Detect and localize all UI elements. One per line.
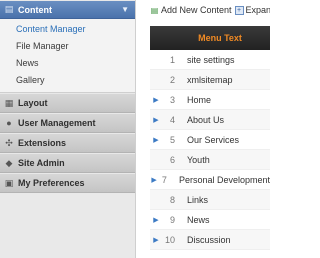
row-number: 5 <box>169 134 175 145</box>
table-row[interactable]: ▶ 3 Home <box>150 90 270 110</box>
expand-label: Expand <box>245 5 270 15</box>
row-menu-text: xmlsitemap <box>187 74 233 85</box>
row-number: 1 <box>169 54 175 65</box>
row-number: 9 <box>169 214 175 225</box>
table-row[interactable]: 2 xmlsitemap <box>150 70 270 90</box>
section-my-preferences-title: My Preferences <box>18 178 85 188</box>
content-tree-grid: Menu Text 1 site settings 2 xmlsitemap ▶ 3 Hom… <box>150 26 270 250</box>
row-menu-text: Home <box>187 94 212 105</box>
table-row[interactable]: ▶ 4 About Us <box>150 110 270 130</box>
content-icon: ▤ <box>4 4 14 14</box>
expand-icon: + <box>234 5 244 15</box>
row-number: 3 <box>169 94 175 105</box>
section-site-admin-title: Site Admin <box>18 158 65 168</box>
row-menu-text: Links <box>187 194 209 205</box>
row-menu-text: Our Services <box>187 134 240 145</box>
sidebar: ▤ Content ▼ Content Manager File Manager… <box>0 0 136 258</box>
row-menu-text: Youth <box>187 154 210 165</box>
add-new-content-button[interactable]: ▤ Add New Content <box>150 5 232 15</box>
row-menu-text: Personal Development <box>178 174 270 185</box>
sidebar-item-gallery[interactable]: Gallery <box>0 72 135 89</box>
row-number: 4 <box>169 114 175 125</box>
content-toolbar: ▤ Add New Content + Expand <box>150 0 270 20</box>
admin-icon: ◆ <box>5 157 13 168</box>
section-my-preferences-header[interactable]: ▣ My Preferences <box>0 173 135 193</box>
menu-text-column-header: Menu Text <box>198 33 242 43</box>
expand-arrow-icon[interactable]: ▶ <box>150 96 162 104</box>
section-content-title: Content <box>18 4 52 15</box>
row-menu-text: Discussion <box>187 234 231 245</box>
table-row[interactable]: 1 site settings <box>150 50 270 70</box>
row-menu-text: News <box>187 214 210 225</box>
section-layout-header[interactable]: ▦ Layout <box>0 93 135 113</box>
table-row[interactable]: ▶ 10 Discussion <box>150 230 270 250</box>
sidebar-item-content-manager[interactable]: Content Manager <box>0 21 135 38</box>
row-number: 6 <box>169 154 175 165</box>
section-content-header[interactable]: ▤ Content ▼ <box>0 0 135 19</box>
table-row[interactable]: ▶ 9 News <box>150 210 270 230</box>
add-new-content-label: Add New Content <box>161 5 232 15</box>
sidebar-item-news[interactable]: News <box>0 55 135 72</box>
expand-arrow-icon[interactable]: ▶ <box>150 216 162 224</box>
extensions-icon: ✣ <box>5 137 13 148</box>
row-menu-text: About Us <box>187 114 225 125</box>
preferences-icon: ▣ <box>4 177 14 188</box>
sidebar-item-file-manager[interactable]: File Manager <box>0 38 135 55</box>
row-menu-text: site settings <box>187 54 235 65</box>
expand-arrow-icon[interactable]: ▶ <box>150 176 158 184</box>
users-icon: ● <box>6 118 12 128</box>
chevron-down-icon[interactable]: ▼ <box>121 5 129 14</box>
content-submenu: Content Manager File Manager News Galler… <box>0 19 135 93</box>
section-extensions-header[interactable]: ✣ Extensions <box>0 133 135 153</box>
add-page-icon: ▤ <box>150 5 159 15</box>
table-row[interactable]: 8 Links <box>150 190 270 210</box>
section-user-management-title: User Management <box>18 118 96 128</box>
row-number: 8 <box>169 194 175 205</box>
row-number: 10 <box>164 234 175 245</box>
table-row[interactable]: ▶ 5 Our Services <box>150 130 270 150</box>
row-number: 2 <box>169 74 175 85</box>
grid-header[interactable]: Menu Text <box>150 26 270 50</box>
expand-arrow-icon[interactable]: ▶ <box>150 236 162 244</box>
expand-arrow-icon[interactable]: ▶ <box>150 116 162 124</box>
table-row[interactable]: 6 Youth <box>150 150 270 170</box>
table-row[interactable]: ▶ 7 Personal Development <box>150 170 270 190</box>
section-user-management-header[interactable]: ● User Management <box>0 113 135 133</box>
row-number: 7 <box>161 174 167 185</box>
section-layout-title: Layout <box>18 98 48 108</box>
expand-button[interactable]: + Expand <box>234 5 270 15</box>
section-extensions-title: Extensions <box>18 138 67 148</box>
grid-rows: 1 site settings 2 xmlsitemap ▶ 3 Home ▶ 4 About U… <box>150 50 270 250</box>
layout-icon: ▦ <box>4 97 14 108</box>
expand-arrow-icon[interactable]: ▶ <box>150 136 162 144</box>
section-site-admin-header[interactable]: ◆ Site Admin <box>0 153 135 173</box>
